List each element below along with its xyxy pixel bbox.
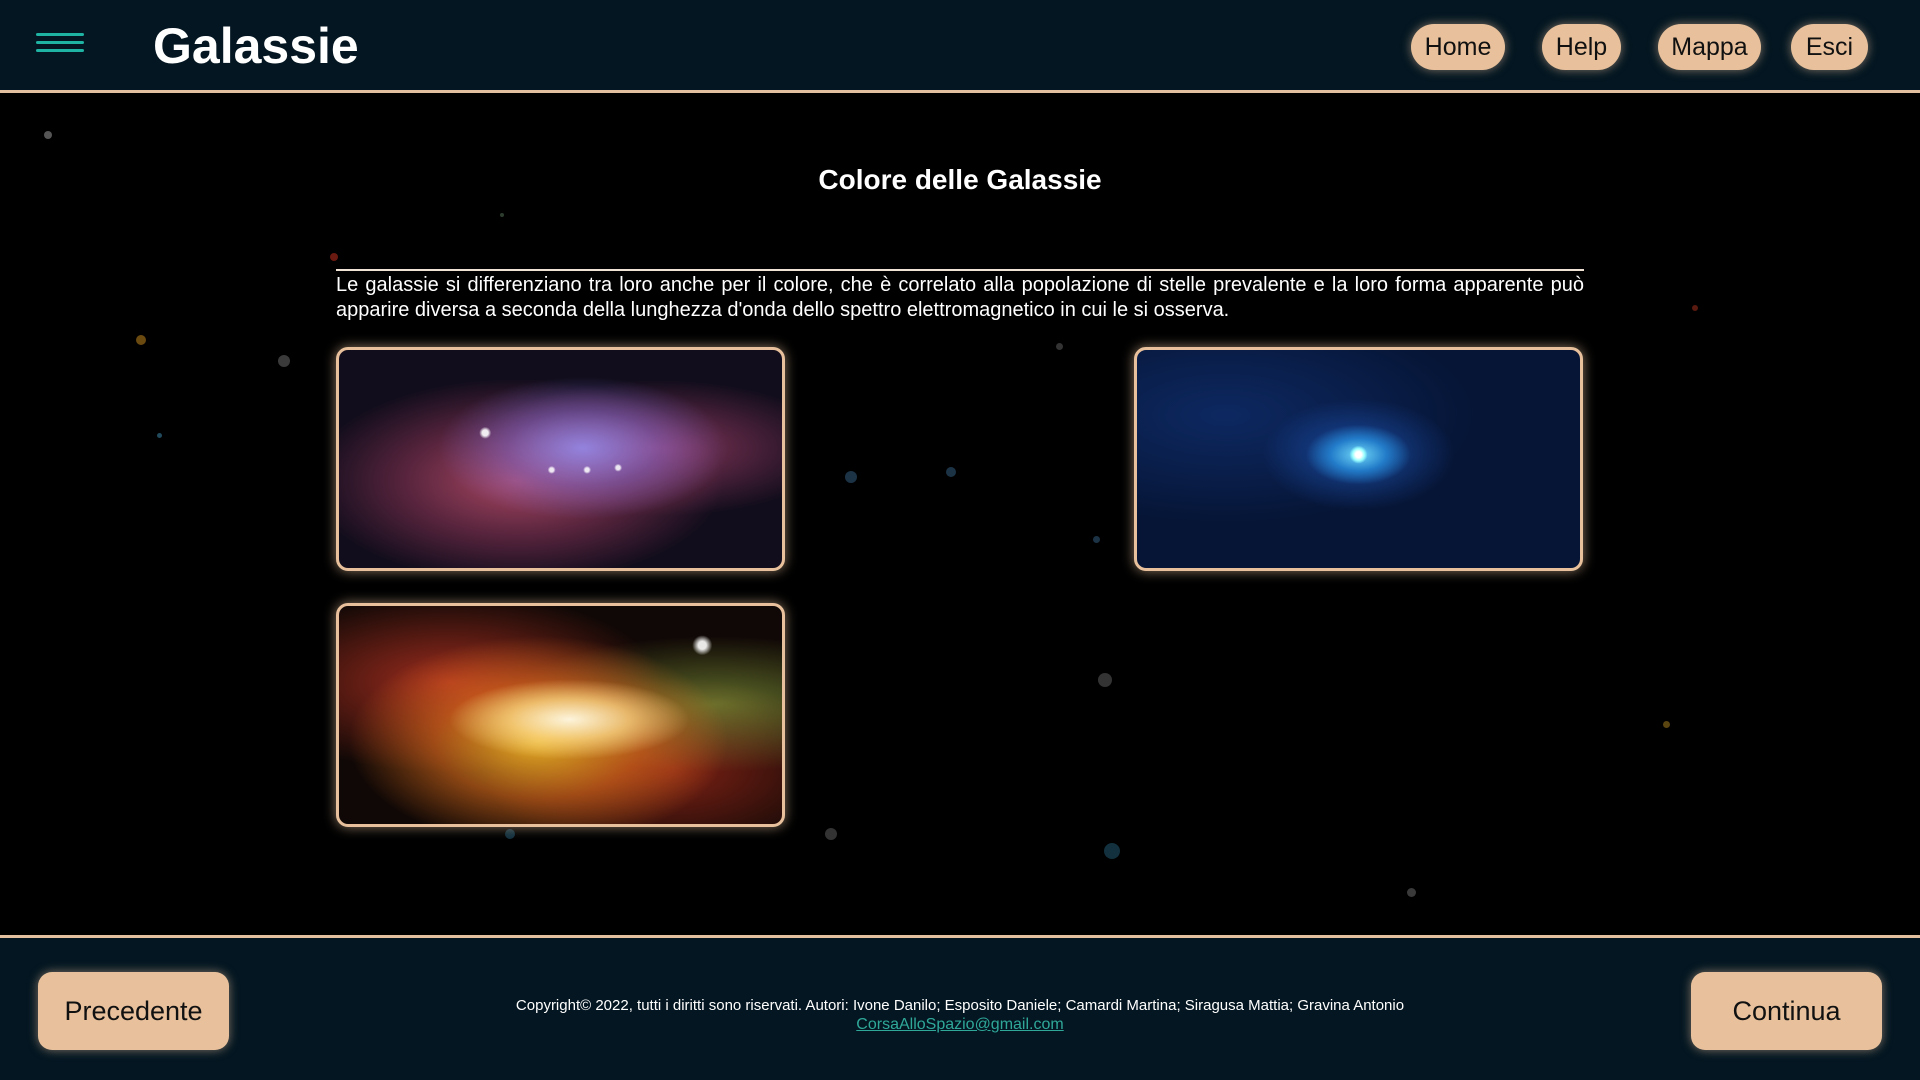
- intro-paragraph: Le galassie si differenziano tra loro an…: [336, 274, 1584, 321]
- star-decoration: [825, 828, 837, 840]
- hamburger-menu-icon[interactable]: [36, 33, 84, 57]
- star-decoration: [157, 433, 162, 438]
- nav-map-button[interactable]: Mappa: [1658, 24, 1761, 70]
- site-title: Galassie: [153, 18, 359, 74]
- star-decoration: [278, 355, 290, 367]
- content-area: Colore delle Galassie Le galassie si dif…: [0, 93, 1920, 935]
- star-decoration: [44, 131, 52, 139]
- spiral-galaxy-image: [1134, 347, 1583, 571]
- email-link[interactable]: CorsaAlloSpazio@gmail.com: [856, 1016, 1063, 1033]
- star-decoration: [1692, 305, 1698, 311]
- copyright-text: Copyright© 2022, tutti i diritti sono ri…: [515, 997, 1405, 1014]
- star-decoration: [845, 471, 857, 483]
- divider: [336, 269, 1584, 271]
- top-bar: Galassie Home Help Mappa Esci: [0, 0, 1920, 93]
- nav-exit-button[interactable]: Esci: [1791, 24, 1868, 70]
- star-decoration: [946, 467, 956, 477]
- star-decoration: [500, 213, 504, 217]
- colorful-galaxy-image: [336, 603, 785, 827]
- star-decoration: [330, 253, 338, 261]
- star-decoration: [1056, 343, 1063, 350]
- star-decoration: [1093, 536, 1100, 543]
- star-decoration: [1104, 843, 1120, 859]
- star-decoration: [1407, 888, 1416, 897]
- nav-home-button[interactable]: Home: [1411, 24, 1505, 70]
- page-heading: Colore delle Galassie: [818, 164, 1102, 195]
- star-decoration: [136, 335, 146, 345]
- nav-help-button[interactable]: Help: [1542, 24, 1621, 70]
- continue-button[interactable]: Continua: [1691, 972, 1882, 1050]
- footer: Precedente Copyright© 2022, tutti i diri…: [0, 935, 1920, 1080]
- star-decoration: [1098, 673, 1112, 687]
- star-decoration: [1663, 721, 1670, 728]
- nebula-galaxy-image: [336, 347, 785, 571]
- star-decoration: [505, 829, 515, 839]
